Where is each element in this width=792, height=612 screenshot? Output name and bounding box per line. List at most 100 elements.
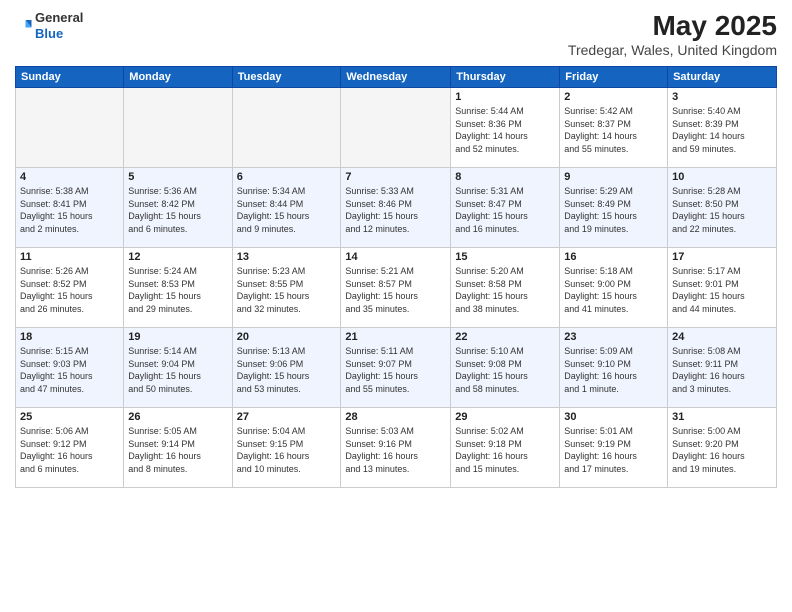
- day-number: 4: [20, 171, 119, 183]
- day-number: 30: [564, 411, 663, 423]
- calendar-week-row: 4Sunrise: 5:38 AMSunset: 8:41 PMDaylight…: [16, 168, 777, 248]
- day-info: Sunrise: 5:15 AMSunset: 9:03 PMDaylight:…: [20, 345, 119, 395]
- table-row: 5Sunrise: 5:36 AMSunset: 8:42 PMDaylight…: [124, 168, 232, 248]
- page: General Blue May 2025 Tredegar, Wales, U…: [0, 0, 792, 612]
- table-row: 7Sunrise: 5:33 AMSunset: 8:46 PMDaylight…: [341, 168, 451, 248]
- table-row: 17 Sunrise: 5:17 AMSunset: 9:01 PMDayligh…: [668, 248, 777, 328]
- day-number: 18: [20, 331, 119, 343]
- day-info: Sunrise: 5:21 AMSunset: 8:57 PMDaylight:…: [345, 265, 446, 315]
- day-number: 27: [237, 411, 337, 423]
- table-row: 21Sunrise: 5:11 AMSunset: 9:07 PMDayligh…: [341, 328, 451, 408]
- col-wednesday: Wednesday: [341, 67, 451, 88]
- day-number: 15: [455, 251, 555, 263]
- col-thursday: Thursday: [451, 67, 560, 88]
- day-number: 8: [455, 171, 555, 183]
- day-number: 12: [128, 251, 227, 263]
- day-info: Sunrise: 5:13 AMSunset: 9:06 PMDaylight:…: [237, 345, 337, 395]
- day-info: Sunrise: 5:44 AMSunset: 8:36 PMDaylight:…: [455, 105, 555, 155]
- day-number: 13: [237, 251, 337, 263]
- day-info: Sunrise: 5:34 AMSunset: 8:44 PMDaylight:…: [237, 185, 337, 235]
- day-number: 19: [128, 331, 227, 343]
- table-row: 8Sunrise: 5:31 AMSunset: 8:47 PMDaylight…: [451, 168, 560, 248]
- day-number: 29: [455, 411, 555, 423]
- table-row: 6 Sunrise: 5:34 AMSunset: 8:44 PMDaylight…: [232, 168, 341, 248]
- table-row: 27 Sunrise: 5:04 AMSunset: 9:15 PMDayligh…: [232, 408, 341, 488]
- day-number: 10: [672, 171, 772, 183]
- day-info: Sunrise: 5:17 AMSunset: 9:01 PMDaylight:…: [672, 265, 772, 315]
- day-number: 28: [345, 411, 446, 423]
- table-row: 26Sunrise: 5:05 AMSunset: 9:14 PMDayligh…: [124, 408, 232, 488]
- day-info: Sunrise: 5:14 AMSunset: 9:04 PMDaylight:…: [128, 345, 227, 395]
- table-row: 19 Sunrise: 5:14 AMSunset: 9:04 PMDayligh…: [124, 328, 232, 408]
- day-number: 14: [345, 251, 446, 263]
- calendar-week-row: 11 Sunrise: 5:26 AMSunset: 8:52 PMDayligh…: [16, 248, 777, 328]
- table-row: 20 Sunrise: 5:13 AMSunset: 9:06 PMDayligh…: [232, 328, 341, 408]
- day-number: 26: [128, 411, 227, 423]
- day-number: 25: [20, 411, 119, 423]
- header: General Blue May 2025 Tredegar, Wales, U…: [15, 10, 777, 58]
- day-number: 24: [672, 331, 772, 343]
- day-info: Sunrise: 5:36 AMSunset: 8:42 PMDaylight:…: [128, 185, 227, 235]
- day-info: Sunrise: 5:18 AMSunset: 9:00 PMDaylight:…: [564, 265, 663, 315]
- day-number: 1: [455, 91, 555, 103]
- table-row: 14 Sunrise: 5:21 AMSunset: 8:57 PMDayligh…: [341, 248, 451, 328]
- table-row: 12 Sunrise: 5:24 AMSunset: 8:53 PMDayligh…: [124, 248, 232, 328]
- col-sunday: Sunday: [16, 67, 124, 88]
- table-row: 11 Sunrise: 5:26 AMSunset: 8:52 PMDayligh…: [16, 248, 124, 328]
- logo-icon: [15, 17, 33, 35]
- table-row: 15 Sunrise: 5:20 AMSunset: 8:58 PMDayligh…: [451, 248, 560, 328]
- table-row: 30Sunrise: 5:01 AMSunset: 9:19 PMDayligh…: [560, 408, 668, 488]
- day-info: Sunrise: 5:20 AMSunset: 8:58 PMDaylight:…: [455, 265, 555, 315]
- table-row: 18 Sunrise: 5:15 AMSunset: 9:03 PMDayligh…: [16, 328, 124, 408]
- day-info: Sunrise: 5:02 AMSunset: 9:18 PMDaylight:…: [455, 425, 555, 475]
- day-info: Sunrise: 5:11 AMSunset: 9:07 PMDaylight:…: [345, 345, 446, 395]
- col-monday: Monday: [124, 67, 232, 88]
- table-row: [16, 88, 124, 168]
- day-number: 31: [672, 411, 772, 423]
- day-info: Sunrise: 5:03 AMSunset: 9:16 PMDaylight:…: [345, 425, 446, 475]
- day-info: Sunrise: 5:04 AMSunset: 9:15 PMDaylight:…: [237, 425, 337, 475]
- logo: General Blue: [15, 10, 83, 41]
- calendar-header-row: Sunday Monday Tuesday Wednesday Thursday…: [16, 67, 777, 88]
- calendar-week-row: 25 Sunrise: 5:06 AMSunset: 9:12 PMDayligh…: [16, 408, 777, 488]
- day-info: Sunrise: 5:26 AMSunset: 8:52 PMDaylight:…: [20, 265, 119, 315]
- day-info: Sunrise: 5:29 AMSunset: 8:49 PMDaylight:…: [564, 185, 663, 235]
- day-number: 2: [564, 91, 663, 103]
- table-row: 9 Sunrise: 5:29 AMSunset: 8:49 PMDaylight…: [560, 168, 668, 248]
- day-info: Sunrise: 5:00 AMSunset: 9:20 PMDaylight:…: [672, 425, 772, 475]
- logo-text: General Blue: [35, 10, 83, 41]
- table-row: 24 Sunrise: 5:08 AMSunset: 9:11 PMDayligh…: [668, 328, 777, 408]
- table-row: 31 Sunrise: 5:00 AMSunset: 9:20 PMDayligh…: [668, 408, 777, 488]
- table-row: 22Sunrise: 5:10 AMSunset: 9:08 PMDayligh…: [451, 328, 560, 408]
- day-info: Sunrise: 5:42 AMSunset: 8:37 PMDaylight:…: [564, 105, 663, 155]
- day-number: 16: [564, 251, 663, 263]
- table-row: 10Sunrise: 5:28 AMSunset: 8:50 PMDayligh…: [668, 168, 777, 248]
- day-info: Sunrise: 5:40 AMSunset: 8:39 PMDaylight:…: [672, 105, 772, 155]
- col-tuesday: Tuesday: [232, 67, 341, 88]
- table-row: 25 Sunrise: 5:06 AMSunset: 9:12 PMDayligh…: [16, 408, 124, 488]
- day-number: 20: [237, 331, 337, 343]
- calendar: Sunday Monday Tuesday Wednesday Thursday…: [15, 66, 777, 488]
- table-row: [124, 88, 232, 168]
- table-row: [232, 88, 341, 168]
- day-number: 3: [672, 91, 772, 103]
- day-number: 17: [672, 251, 772, 263]
- day-number: 9: [564, 171, 663, 183]
- day-number: 11: [20, 251, 119, 263]
- day-info: Sunrise: 5:23 AMSunset: 8:55 PMDaylight:…: [237, 265, 337, 315]
- day-info: Sunrise: 5:10 AMSunset: 9:08 PMDaylight:…: [455, 345, 555, 395]
- day-info: Sunrise: 5:06 AMSunset: 9:12 PMDaylight:…: [20, 425, 119, 475]
- location: Tredegar, Wales, United Kingdom: [568, 42, 777, 58]
- table-row: 16 Sunrise: 5:18 AMSunset: 9:00 PMDayligh…: [560, 248, 668, 328]
- month-title: May 2025: [568, 10, 777, 42]
- day-info: Sunrise: 5:24 AMSunset: 8:53 PMDaylight:…: [128, 265, 227, 315]
- day-info: Sunrise: 5:08 AMSunset: 9:11 PMDaylight:…: [672, 345, 772, 395]
- table-row: 13 Sunrise: 5:23 AMSunset: 8:55 PMDayligh…: [232, 248, 341, 328]
- day-number: 6: [237, 171, 337, 183]
- col-saturday: Saturday: [668, 67, 777, 88]
- day-number: 23: [564, 331, 663, 343]
- calendar-week-row: 18 Sunrise: 5:15 AMSunset: 9:03 PMDayligh…: [16, 328, 777, 408]
- day-info: Sunrise: 5:09 AMSunset: 9:10 PMDaylight:…: [564, 345, 663, 395]
- table-row: 29 Sunrise: 5:02 AMSunset: 9:18 PMDayligh…: [451, 408, 560, 488]
- table-row: 4Sunrise: 5:38 AMSunset: 8:41 PMDaylight…: [16, 168, 124, 248]
